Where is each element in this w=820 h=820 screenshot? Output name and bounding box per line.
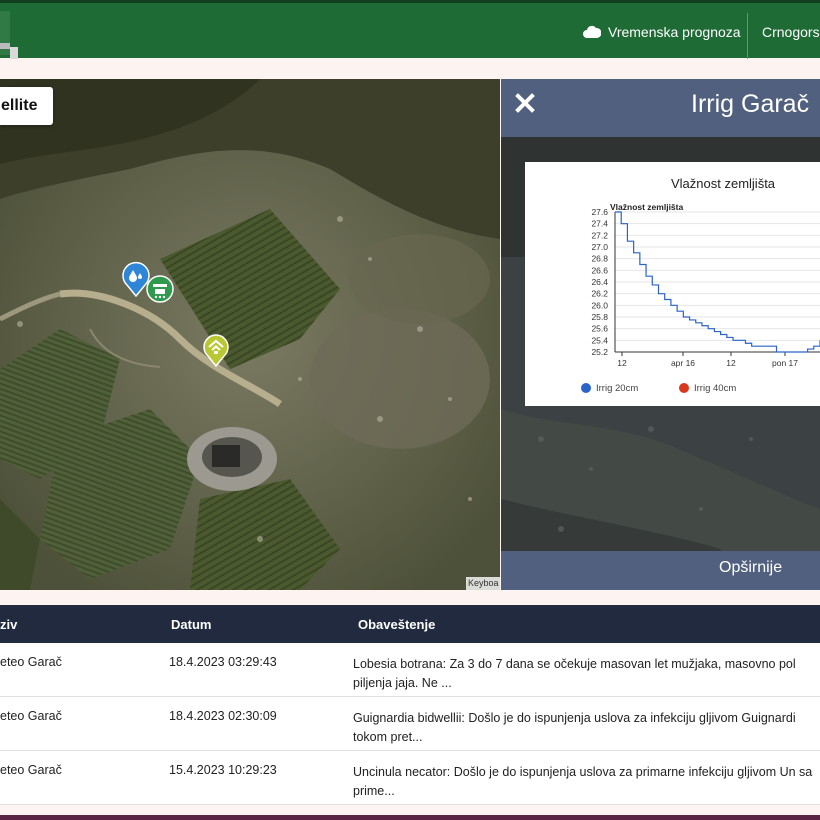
column-header-date[interactable]: Datum (171, 617, 211, 632)
map-imagery (0, 79, 500, 590)
chart-y-tick-label: 27.6 (591, 207, 608, 217)
row-message: Lobesia botrana: Za 3 do 7 dana se očeku… (353, 657, 796, 690)
chart-x-tick-label: apr 16 (671, 358, 695, 368)
column-header-name[interactable]: ziv (0, 617, 17, 632)
chart-x-tick-label: 12 (726, 358, 736, 368)
map-layer-satellite-button[interactable]: ellite (0, 87, 53, 125)
chart-legend-label[interactable]: Irrig 40cm (694, 383, 736, 394)
station-detail-panel: Irrig Garač Vlažnost zemljišta Vlažnost … (501, 79, 820, 590)
panel-title: Irrig Garač (691, 90, 810, 118)
chart-y-tick-label: 26.8 (591, 254, 608, 264)
row-message: Uncinula necator: Došlo je do ispunjenja… (353, 765, 813, 798)
notifications-table: ziv Datum Obaveštenje eteo Garač 18.4.20… (0, 605, 820, 820)
row-message: Guignardia bidwellii: Došlo je do ispunj… (353, 711, 796, 744)
nav-weather-forecast[interactable]: Vremenska prognoza (583, 3, 741, 61)
logo-icon[interactable] (0, 7, 20, 59)
row-date: 18.4.2023 02:30:09 (169, 709, 277, 723)
chart-y-tick-label: 26.2 (591, 289, 608, 299)
row-station: eteo Garač (0, 655, 62, 669)
nav-region-menu[interactable]: Crnogorsk (762, 3, 820, 61)
map-attribution-text: Keyboa (468, 578, 499, 588)
column-header-notice[interactable]: Obaveštenje (358, 617, 435, 632)
chart-y-tick-label: 25.4 (591, 335, 608, 345)
bottom-taskbar-strip (0, 815, 820, 820)
chart-legend-marker[interactable] (581, 383, 591, 393)
chart-y-tick-label: 26.4 (591, 277, 608, 287)
chart-x-tick-label: pon 17 (772, 358, 798, 368)
chart-y-tick-label: 27.4 (591, 219, 608, 229)
cloud-icon (583, 25, 601, 38)
chart-y-axis-label: Vlažnost zemljišta (610, 202, 683, 212)
row-station: eteo Garač (0, 763, 62, 777)
satellite-map[interactable]: ellite (0, 79, 500, 590)
row-station: eteo Garač (0, 709, 62, 723)
soil-moisture-chart[interactable]: Vlažnost zemljišta27.627.427.227.026.826… (525, 162, 820, 406)
table-row[interactable]: eteo Garač 15.4.2023 10:29:23 Uncinula n… (0, 751, 820, 805)
chart-x-tick-label: 12 (617, 358, 627, 368)
chart-y-tick-label: 27.0 (591, 242, 608, 252)
chart-legend-marker[interactable] (679, 383, 689, 393)
top-navbar: Vremenska prognoza Crnogorsk (0, 0, 820, 61)
chart-y-tick-label: 26.0 (591, 300, 608, 310)
chart-legend-label[interactable]: Irrig 20cm (596, 383, 638, 394)
nav-region-label: Crnogorsk (762, 24, 820, 40)
irrigation-icon[interactable] (146, 275, 174, 305)
chart-y-tick-label: 26.6 (591, 265, 608, 275)
chart-y-tick-label: 25.8 (591, 312, 608, 322)
map-attribution[interactable]: Keyboa (466, 577, 500, 590)
nav-weather-label: Vremenska prognoza (608, 24, 741, 40)
row-date: 15.4.2023 10:29:23 (169, 763, 277, 777)
map-layer-label: ellite (1, 97, 38, 114)
nav-divider (747, 13, 748, 59)
chart-y-tick-label: 25.6 (591, 324, 608, 334)
close-icon[interactable] (515, 93, 535, 113)
table-header: ziv Datum Obaveštenje (0, 605, 820, 643)
more-details-label: Opširnije (719, 559, 783, 576)
chart-y-tick-label: 25.2 (591, 347, 608, 357)
row-date: 18.4.2023 03:29:43 (169, 655, 277, 669)
table-row[interactable]: eteo Garač 18.4.2023 02:30:09 Guignardia… (0, 697, 820, 751)
weather-station-icon[interactable] (202, 333, 230, 367)
table-row[interactable]: eteo Garač 18.4.2023 03:29:43 Lobesia bo… (0, 643, 820, 697)
chart-y-tick-label: 27.2 (591, 230, 608, 240)
